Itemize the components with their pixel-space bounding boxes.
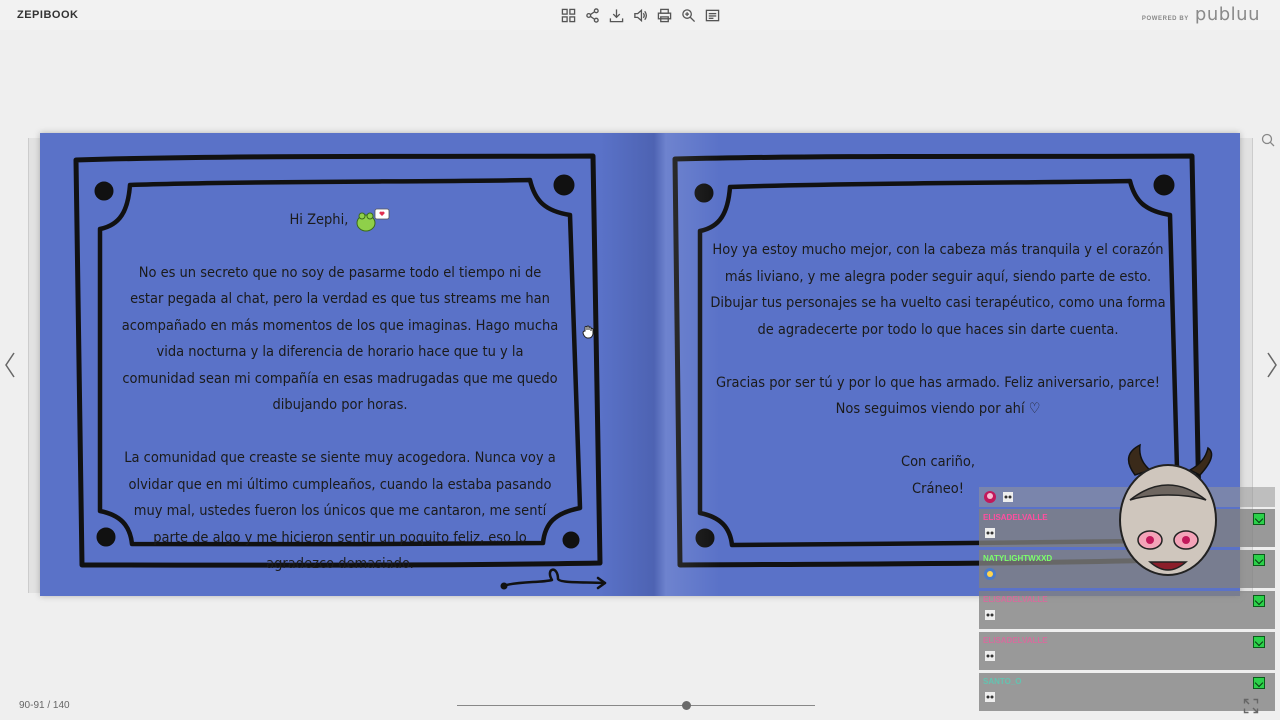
search-icon[interactable]: [1261, 133, 1275, 152]
top-bar: ZEPIBOOK POWERED BY publuu: [0, 0, 1280, 30]
signature-line-1: Con cariño,: [900, 454, 976, 470]
chat-row: ELISADELVALLE: [979, 591, 1275, 629]
verified-badge-icon: [1253, 595, 1265, 607]
page-indicator: 90-91 / 140: [19, 700, 70, 711]
skull-badge-icon: [1003, 492, 1013, 502]
zoom-icon[interactable]: [680, 7, 696, 23]
publuu-brand: publuu: [1194, 4, 1260, 25]
frog-sticker-icon: [356, 208, 389, 232]
share-icon[interactable]: [584, 7, 600, 23]
user-avatar-icon: [984, 568, 996, 580]
page-slider-knob[interactable]: [681, 701, 691, 710]
chat-username: NATYLIGHTWXXD: [983, 554, 1053, 563]
sound-icon[interactable]: [632, 7, 648, 23]
download-icon[interactable]: [608, 7, 624, 23]
verified-badge-icon: [1253, 554, 1265, 566]
left-paragraph-2: La comunidad que creaste se siente muy a…: [124, 450, 556, 572]
chat-username: ELISADELVALLE: [983, 513, 1048, 522]
verified-badge-icon: [1253, 677, 1265, 689]
chat-username: ELISADELVALLE: [983, 595, 1048, 604]
right-page-text: Hoy ya estoy mucho mejor, con la cabeza …: [708, 237, 1168, 502]
chat-username: ELISADELVALLE: [983, 636, 1048, 645]
right-paragraph-2a: Gracias por ser tú y por lo que has arma…: [716, 374, 1160, 391]
skull-badge-icon: [985, 651, 995, 661]
toolbar: [560, 7, 720, 23]
chat-row: ELISADELVALLE: [979, 632, 1275, 670]
verified-badge-icon: [1253, 513, 1265, 525]
left-page-text: Hi Zephi, No es un secreto que no soy de…: [120, 207, 560, 578]
powered-by-label: POWERED BY: [1141, 16, 1189, 22]
fullscreen-text-icon[interactable]: [704, 7, 720, 23]
user-avatar-icon: [984, 491, 996, 503]
hand-cursor-icon: [582, 325, 594, 344]
powered-by-logo[interactable]: POWERED BY publuu: [1142, 4, 1260, 25]
skull-mascot-icon: [1119, 443, 1217, 576]
right-paragraph-2b: Nos seguimos viendo por ahí ♡: [835, 401, 1041, 417]
verified-badge-icon: [1253, 636, 1265, 648]
page-slider[interactable]: [457, 701, 815, 710]
book-spine: [600, 133, 720, 596]
skull-badge-icon: [985, 610, 995, 620]
fullscreen-icon[interactable]: [1243, 698, 1259, 719]
skull-badge-icon: [985, 528, 995, 538]
chat-username: SANTO_O: [983, 677, 1022, 686]
right-paragraph-1: Hoy ya estoy mucho mejor, con la cabeza …: [710, 242, 1166, 338]
thumbnails-icon[interactable]: [560, 7, 576, 23]
previous-page-arrow-icon[interactable]: [2, 350, 20, 380]
next-page-arrow-icon[interactable]: [1262, 350, 1280, 380]
print-icon[interactable]: [656, 7, 672, 23]
greeting: Hi Zephi,: [289, 212, 349, 228]
left-paragraph-1: No es un secreto que no soy de pasarme t…: [121, 264, 559, 414]
app-title: ZEPIBOOK: [17, 9, 79, 21]
chat-row: SANTO_O: [979, 673, 1275, 711]
skull-badge-icon: [985, 692, 995, 702]
